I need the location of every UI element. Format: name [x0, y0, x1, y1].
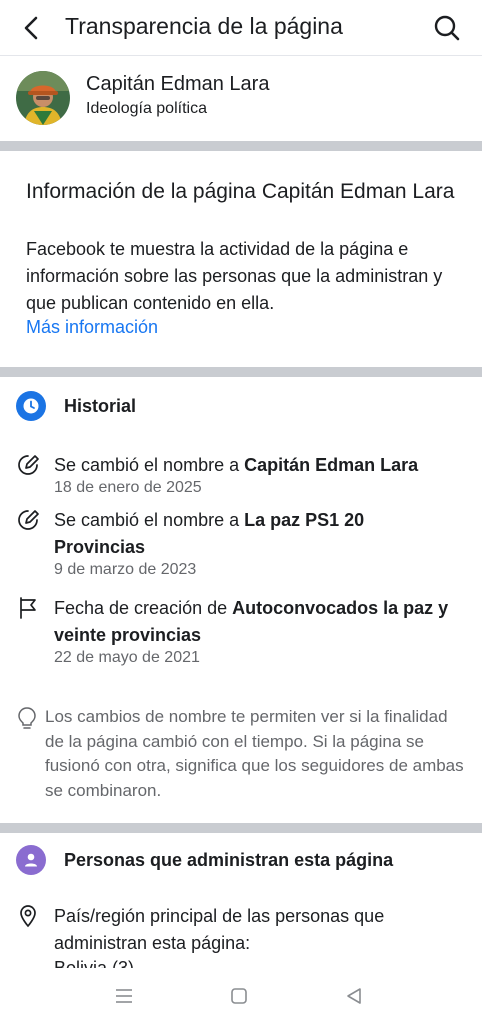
history-title: Historial: [64, 396, 137, 416]
page-title: Transparencia de la página: [65, 13, 343, 39]
search-icon[interactable]: [432, 13, 462, 43]
history-item-prefix: Se cambió el nombre a: [54, 455, 245, 475]
page-name[interactable]: Capitán Edman Lara: [86, 73, 269, 96]
page-profile[interactable]: Capitán Edman Lara Ideología política: [0, 57, 482, 141]
history-item-1-date: 18 de enero de 2025: [54, 479, 202, 496]
back-triangle-icon[interactable]: [342, 984, 366, 1008]
info-title: Información de la página Capitán Edman L…: [26, 180, 455, 203]
top-bar: Transparencia de la página: [0, 0, 482, 56]
system-nav-bar: [0, 968, 482, 1024]
section-divider: [0, 141, 482, 151]
history-item-prefix: Se cambió el nombre a: [54, 510, 245, 530]
admins-location-value: Bolivia (3): [54, 958, 135, 968]
more-info-link[interactable]: Más información: [26, 317, 158, 338]
info-description: Facebook te muestra la actividad de la p…: [26, 239, 443, 313]
history-item-2-text: Se cambió el nombre a La paz PS1 20 Prov…: [54, 507, 414, 561]
section-divider: [0, 367, 482, 377]
admins-title: Personas que administran esta página: [64, 850, 394, 870]
section-divider: [0, 823, 482, 833]
edit-icon: [18, 510, 39, 530]
flag-icon: [20, 597, 36, 619]
history-item-3-date: 22 de mayo de 2021: [54, 649, 200, 666]
history-item-3-text: Fecha de creación de Autoconvocados la p…: [54, 595, 464, 649]
home-square-icon[interactable]: [227, 984, 251, 1008]
avatar: [16, 71, 70, 125]
back-arrow-icon[interactable]: [18, 14, 46, 42]
menu-icon[interactable]: [112, 984, 136, 1008]
lightbulb-icon: [18, 707, 36, 729]
history-item-2-date: 9 de marzo de 2023: [54, 561, 197, 578]
history-item-value: Capitán Edman Lara: [244, 455, 419, 475]
clock-icon: [16, 391, 46, 421]
history-item-prefix: Fecha de creación de: [54, 598, 233, 618]
history-tip: Los cambios de nombre te permiten ver si…: [45, 707, 464, 800]
page-category: Ideología política: [86, 100, 207, 117]
admins-location-label: País/región principal de las personas qu…: [54, 906, 385, 953]
location-pin-icon: [20, 905, 36, 928]
edit-icon: [18, 455, 39, 475]
history-item-1-text: Se cambió el nombre a Capitán Edman Lara: [54, 452, 464, 479]
person-icon: [16, 845, 46, 875]
